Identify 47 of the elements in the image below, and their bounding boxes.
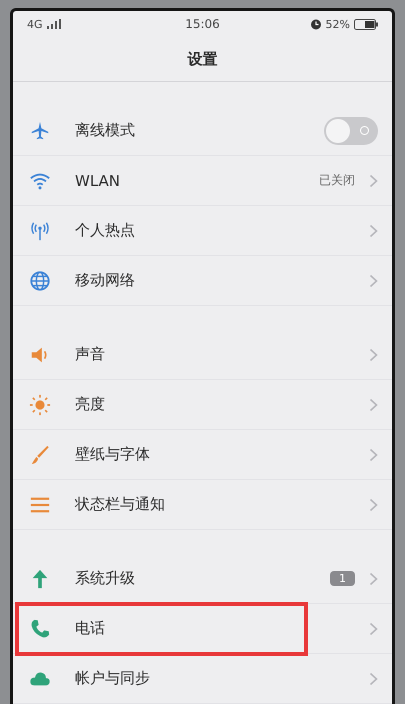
setting-label: WLAN — [75, 172, 122, 190]
chevron-icon — [369, 348, 378, 362]
settings-row[interactable]: 离线模式 — [13, 106, 392, 156]
chevron-icon — [369, 572, 378, 586]
chevron-icon — [369, 448, 378, 462]
chevron-icon — [369, 672, 378, 686]
chevron-icon — [369, 498, 378, 512]
phone-icon — [29, 618, 51, 640]
status-value: 已关闭 — [319, 172, 355, 189]
alarm-icon — [310, 18, 322, 30]
battery-icon — [354, 18, 378, 30]
count-badge: 1 — [330, 571, 355, 586]
sun-icon — [29, 394, 51, 416]
network-type: 4G — [27, 18, 43, 31]
chevron-icon — [369, 174, 378, 188]
setting-label: 亮度 — [75, 395, 106, 414]
settings-row[interactable]: 声音 — [13, 330, 392, 380]
settings-row[interactable]: 壁纸与字体 — [13, 430, 392, 480]
globe-icon — [29, 270, 51, 292]
settings-row[interactable]: 帐户与同步 — [13, 654, 392, 704]
clock-time: 15:06 — [185, 17, 220, 32]
setting-label: 电话 — [75, 619, 106, 638]
chevron-icon — [369, 398, 378, 412]
chevron-icon — [369, 622, 378, 636]
settings-row[interactable]: 系统升级 1 — [13, 554, 392, 604]
settings-row[interactable]: 个人热点 — [13, 206, 392, 256]
settings-row[interactable]: WLAN 已关闭 — [13, 156, 392, 206]
settings-row[interactable]: 电话 — [13, 604, 392, 654]
brush-icon — [29, 444, 51, 466]
settings-row[interactable]: 移动网络 — [13, 256, 392, 306]
setting-label: 声音 — [75, 345, 106, 364]
signal-icon — [46, 19, 63, 30]
setting-label: 移动网络 — [75, 271, 136, 290]
chevron-icon — [369, 224, 378, 238]
settings-row[interactable]: 亮度 — [13, 380, 392, 430]
toggle-switch[interactable] — [324, 116, 378, 144]
setting-label: 系统升级 — [75, 569, 136, 588]
battery-percent: 52% — [326, 18, 350, 31]
page-title: 设置 — [188, 50, 218, 69]
setting-label: 离线模式 — [75, 121, 136, 140]
settings-row[interactable]: 状态栏与通知 — [13, 480, 392, 530]
setting-label: 个人热点 — [75, 221, 136, 240]
chevron-icon — [369, 274, 378, 288]
setting-label: 帐户与同步 — [75, 669, 151, 688]
setting-label: 状态栏与通知 — [75, 495, 166, 514]
setting-label: 壁纸与字体 — [75, 445, 151, 464]
antenna-icon — [29, 220, 51, 242]
